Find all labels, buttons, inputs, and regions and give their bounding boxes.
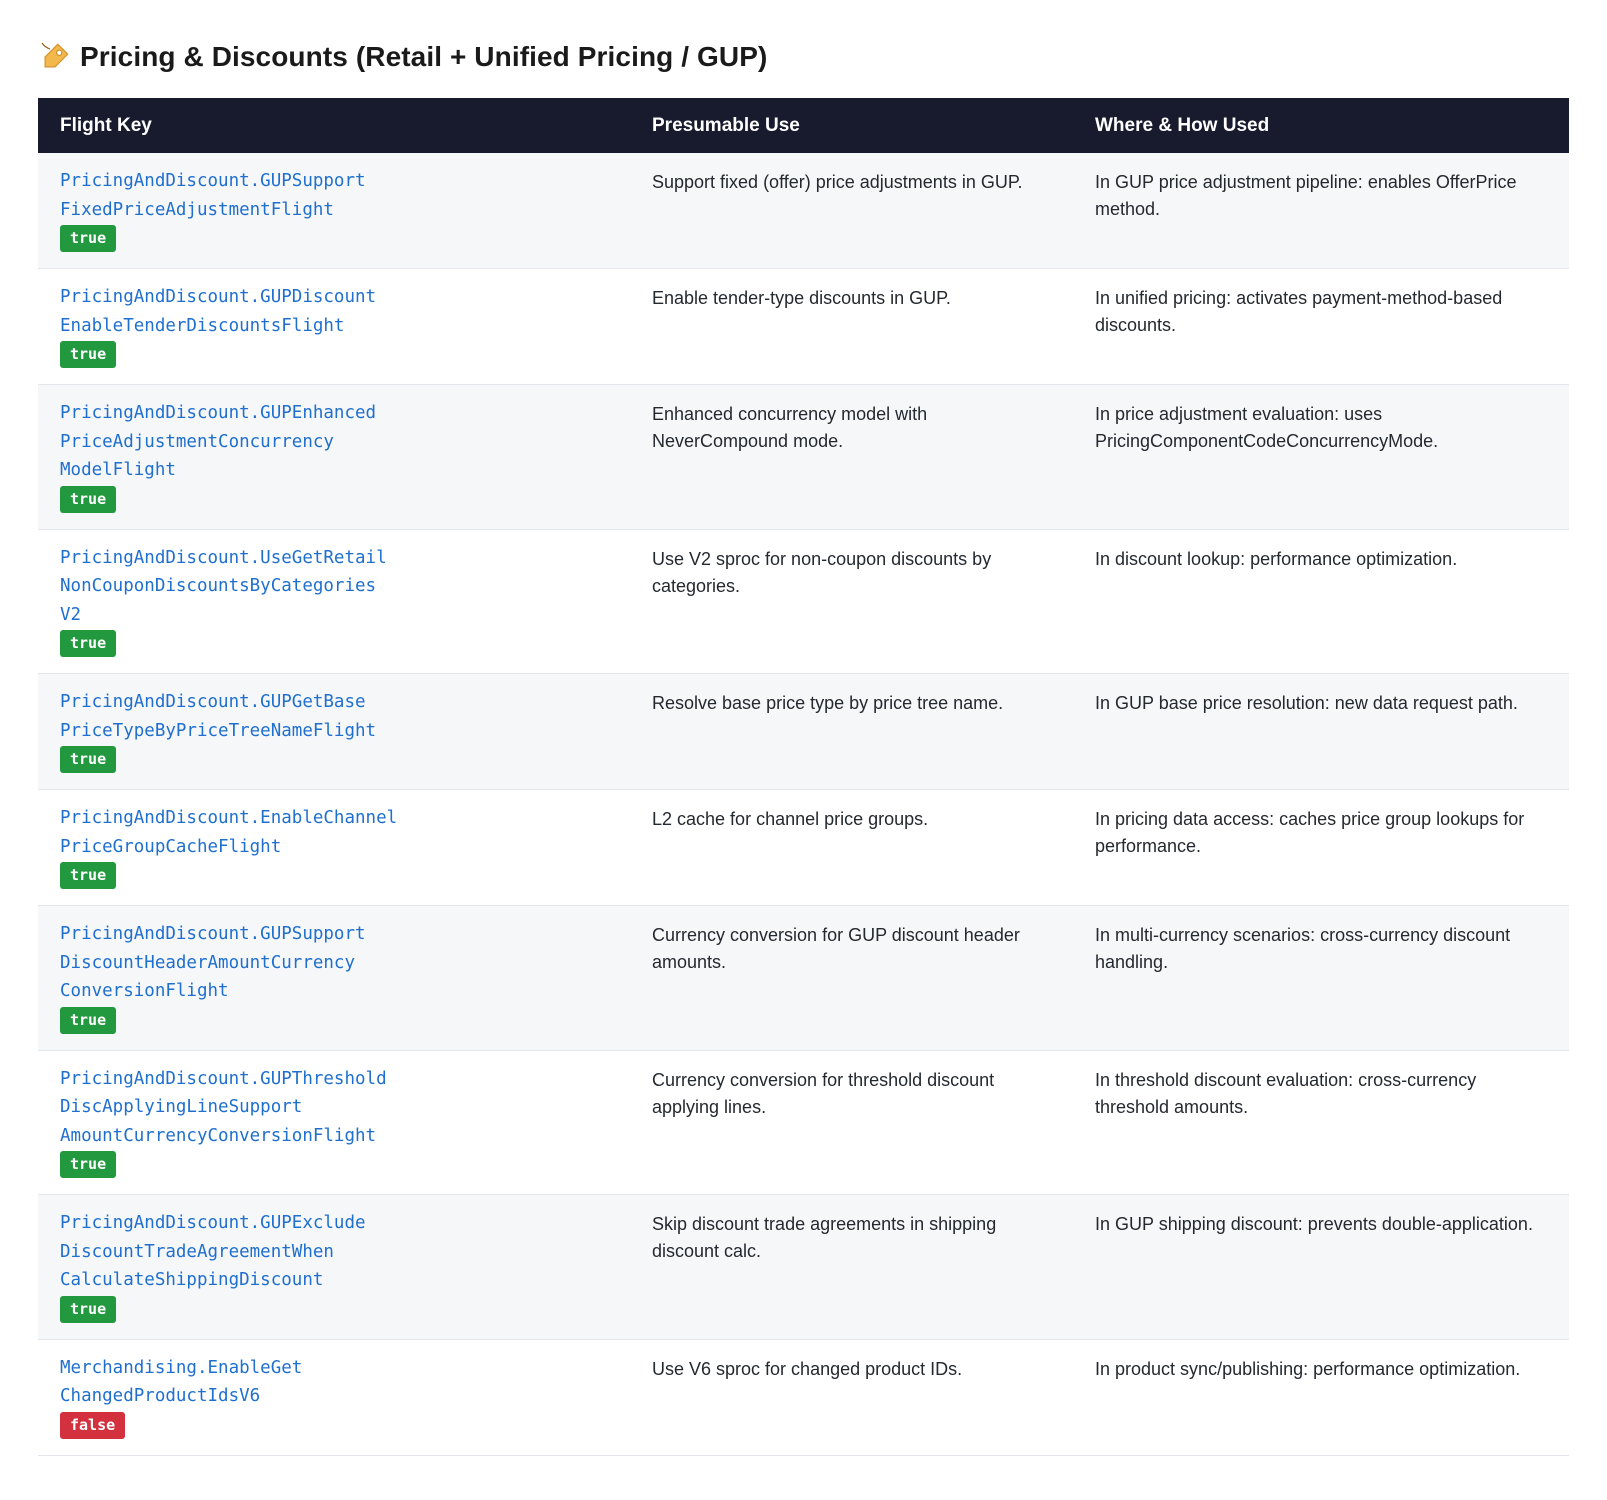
flight-key: PricingAndDiscount.GUPSupport DiscountHe… <box>60 924 366 1001</box>
flight-key-cell: PricingAndDiscount.GUPSupport FixedPrice… <box>38 153 630 269</box>
presumable-use-cell: Currency conversion for GUP discount hea… <box>652 925 1020 972</box>
flight-key-cell: PricingAndDiscount.GUPDiscount EnableTen… <box>38 269 630 385</box>
presumable-use-cell: Use V6 sproc for changed product IDs. <box>652 1358 963 1379</box>
where-how-used-cell: In threshold discount evaluation: cross-… <box>1095 1069 1477 1117</box>
flight-key-cell: PricingAndDiscount.GUPSupport DiscountHe… <box>38 906 630 1051</box>
table-row: PricingAndDiscount.GUPSupport FixedPrice… <box>38 153 1569 269</box>
flight-value-badge: true <box>60 1006 117 1034</box>
table-row: PricingAndDiscount.GUPThreshold DiscAppl… <box>38 1050 1569 1195</box>
flight-value-badge: true <box>60 630 117 657</box>
flight-key-cell: PricingAndDiscount.GUPThreshold DiscAppl… <box>38 1050 630 1195</box>
flight-value-badge: true <box>60 225 117 252</box>
presumable-use-cell: Use V2 sproc for non-coupon discounts by… <box>652 548 992 596</box>
flight-key: PricingAndDiscount.GUPExclude DiscountTr… <box>60 1213 366 1290</box>
table-row: PricingAndDiscount.GUPSupport DiscountHe… <box>38 905 1569 1051</box>
flight-value-badge: true <box>60 485 117 513</box>
header-where-how-used: Where & How Used <box>1095 114 1270 136</box>
where-how-used-cell: In unified pricing: activates payment-me… <box>1095 288 1503 335</box>
table-row: PricingAndDiscount.GUPDiscount EnableTen… <box>38 268 1569 385</box>
flight-key: PricingAndDiscount.GUPEnhanced PriceAdju… <box>60 403 377 480</box>
title-row: Pricing & Discounts (Retail + Unified Pr… <box>38 36 1569 78</box>
flight-key-cell: Merchandising.EnableGet ChangedProductId… <box>38 1339 630 1455</box>
header-flight-key: Flight Key <box>60 114 152 136</box>
flight-key-cell: PricingAndDiscount.EnableChannel PriceGr… <box>38 790 630 906</box>
table-row: Merchandising.EnableGet ChangedProductId… <box>38 1339 1569 1455</box>
flight-key: PricingAndDiscount.EnableChannel PriceGr… <box>60 808 398 857</box>
table-row: PricingAndDiscount.GUPExclude DiscountTr… <box>38 1194 1569 1340</box>
table-header-row: Flight Key Presumable Use Where & How Us… <box>38 98 1569 153</box>
presumable-use-cell: Currency conversion for threshold discou… <box>652 1069 995 1117</box>
table-row: PricingAndDiscount.GUPGetBase PriceTypeB… <box>38 673 1569 790</box>
header-presumable-use: Presumable Use <box>652 114 800 136</box>
flight-key: PricingAndDiscount.GUPDiscount EnableTen… <box>60 287 377 336</box>
flight-value-badge: true <box>60 862 117 889</box>
presumable-use-cell: Enable tender-type discounts in GUP. <box>652 288 951 308</box>
page-title: Pricing & Discounts (Retail + Unified Pr… <box>80 41 768 72</box>
flight-key-cell: PricingAndDiscount.GUPGetBase PriceTypeB… <box>38 674 630 790</box>
table-body: PricingAndDiscount.GUPSupport FixedPrice… <box>38 153 1569 1455</box>
where-how-used-cell: In GUP price adjustment pipeline: enable… <box>1095 172 1517 219</box>
flight-value-badge: true <box>60 1151 117 1178</box>
presumable-use-cell: Skip discount trade agreements in shippi… <box>652 1214 997 1261</box>
where-how-used-cell: In discount lookup: performance optimiza… <box>1095 548 1458 569</box>
flight-value-badge: false <box>60 1411 126 1439</box>
flight-key-cell: PricingAndDiscount.UseGetRetail NonCoupo… <box>38 529 630 674</box>
presumable-use-cell: L2 cache for channel price groups. <box>652 809 929 829</box>
where-how-used-cell: In price adjustment evaluation: uses Pri… <box>1095 404 1439 451</box>
where-how-used-cell: In pricing data access: caches price gro… <box>1095 809 1525 856</box>
where-how-used-cell: In GUP shipping discount: prevents doubl… <box>1095 1214 1533 1234</box>
flight-key-cell: PricingAndDiscount.GUPExclude DiscountTr… <box>38 1195 630 1340</box>
flight-key: PricingAndDiscount.GUPGetBase PriceTypeB… <box>60 692 377 741</box>
flight-value-badge: true <box>60 1295 117 1323</box>
where-how-used-cell: In multi-currency scenarios: cross-curre… <box>1095 925 1511 972</box>
label-tag-icon <box>38 40 72 74</box>
flights-table: Flight Key Presumable Use Where & How Us… <box>38 98 1569 1456</box>
presumable-use-cell: Enhanced concurrency model with NeverCom… <box>652 404 928 451</box>
presumable-use-cell: Support fixed (offer) price adjustments … <box>652 172 1023 192</box>
table-header: Flight Key Presumable Use Where & How Us… <box>38 98 1569 153</box>
page: Pricing & Discounts (Retail + Unified Pr… <box>0 0 1607 1456</box>
where-how-used-cell: In GUP base price resolution: new data r… <box>1095 693 1518 713</box>
flight-key: PricingAndDiscount.GUPSupport FixedPrice… <box>60 171 366 220</box>
table-row: PricingAndDiscount.EnableChannel PriceGr… <box>38 789 1569 906</box>
table-row: PricingAndDiscount.UseGetRetail NonCoupo… <box>38 529 1569 674</box>
flight-key: Merchandising.EnableGet ChangedProductId… <box>60 1357 303 1407</box>
flight-key: PricingAndDiscount.GUPThreshold DiscAppl… <box>60 1068 387 1146</box>
flight-value-badge: true <box>60 341 117 368</box>
table-row: PricingAndDiscount.GUPEnhanced PriceAdju… <box>38 384 1569 530</box>
flight-key: PricingAndDiscount.UseGetRetail NonCoupo… <box>60 547 387 625</box>
presumable-use-cell: Resolve base price type by price tree na… <box>652 693 1004 713</box>
flight-value-badge: true <box>60 746 117 773</box>
where-how-used-cell: In product sync/publishing: performance … <box>1095 1358 1521 1379</box>
flight-key-cell: PricingAndDiscount.GUPEnhanced PriceAdju… <box>38 385 630 530</box>
